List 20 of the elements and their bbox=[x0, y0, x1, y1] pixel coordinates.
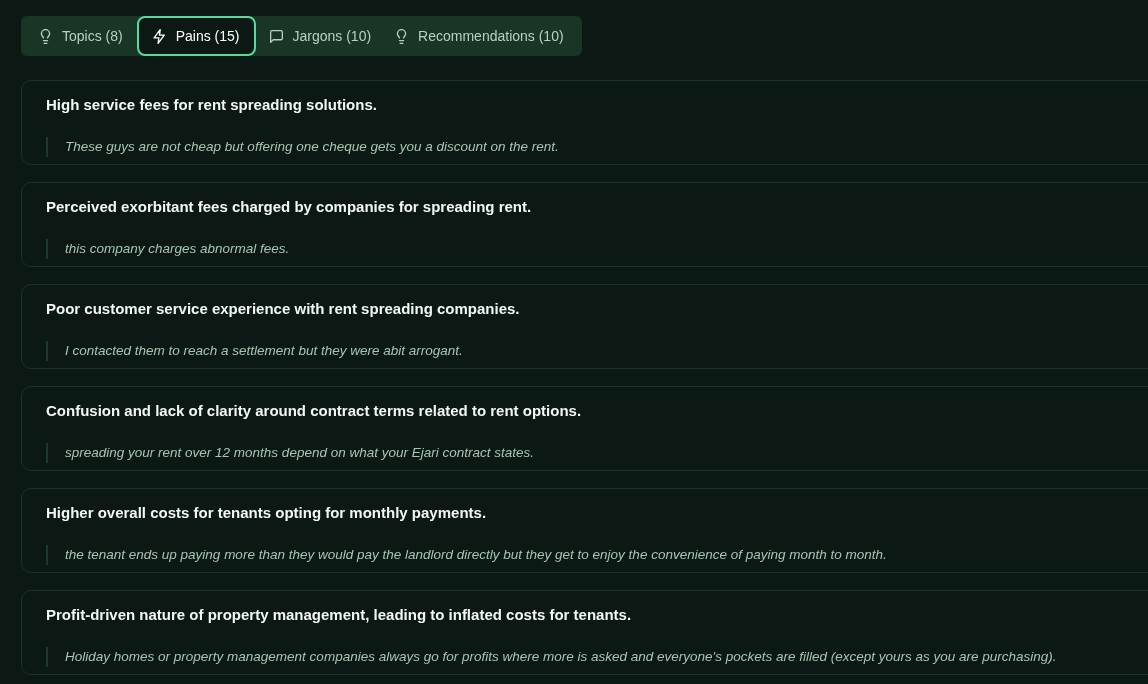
tab[interactable]: Recommendations (10) bbox=[385, 16, 574, 56]
lightbulb-icon bbox=[395, 28, 409, 44]
pain-title: Perceived exorbitant fees charged by companies for spreading rent. bbox=[46, 197, 533, 217]
pain-quote: Holiday homes or property management companies always go for profits where more is asked and everyone's pockets are filled (except yours as you are purchasing). bbox=[46, 647, 1148, 667]
message-icon bbox=[269, 28, 283, 44]
lightbulb-icon bbox=[39, 28, 52, 44]
pain-quote: this company charges abnormal fees. bbox=[46, 239, 1148, 259]
pain-title: Higher overall costs for tenants opting for monthly payments. bbox=[46, 503, 488, 523]
pain-title: Profit-driven nature of property management, leading to inflated costs for tenants. bbox=[46, 605, 633, 625]
tab[interactable]: Pains (15) bbox=[136, 16, 256, 56]
pain-title: Confusion and lack of clarity around contract terms related to rent options. bbox=[46, 401, 583, 421]
tab[interactable]: Topics (8) bbox=[29, 16, 133, 56]
pain-quote: spreading your rent over 12 months depend on what your Ejari contract states. bbox=[46, 443, 1148, 463]
lightning-icon bbox=[152, 28, 166, 44]
pain-quote: These guys are not cheap but offering one cheque gets you a discount on the rent. bbox=[46, 137, 1148, 157]
tab[interactable]: Jargons (10) bbox=[259, 16, 382, 56]
pain-quote: I contacted them to reach a settlement but they were abit arrogant. bbox=[46, 341, 1148, 361]
pain-quote: the tenant ends up paying more than they would pay the landlord directly but they get to enjoy the convenience of paying month to month. bbox=[46, 545, 1148, 565]
pain-title: Poor customer service experience with rent spreading companies. bbox=[46, 299, 521, 319]
pain-title: High service fees for rent spreading solutions. bbox=[46, 95, 378, 115]
